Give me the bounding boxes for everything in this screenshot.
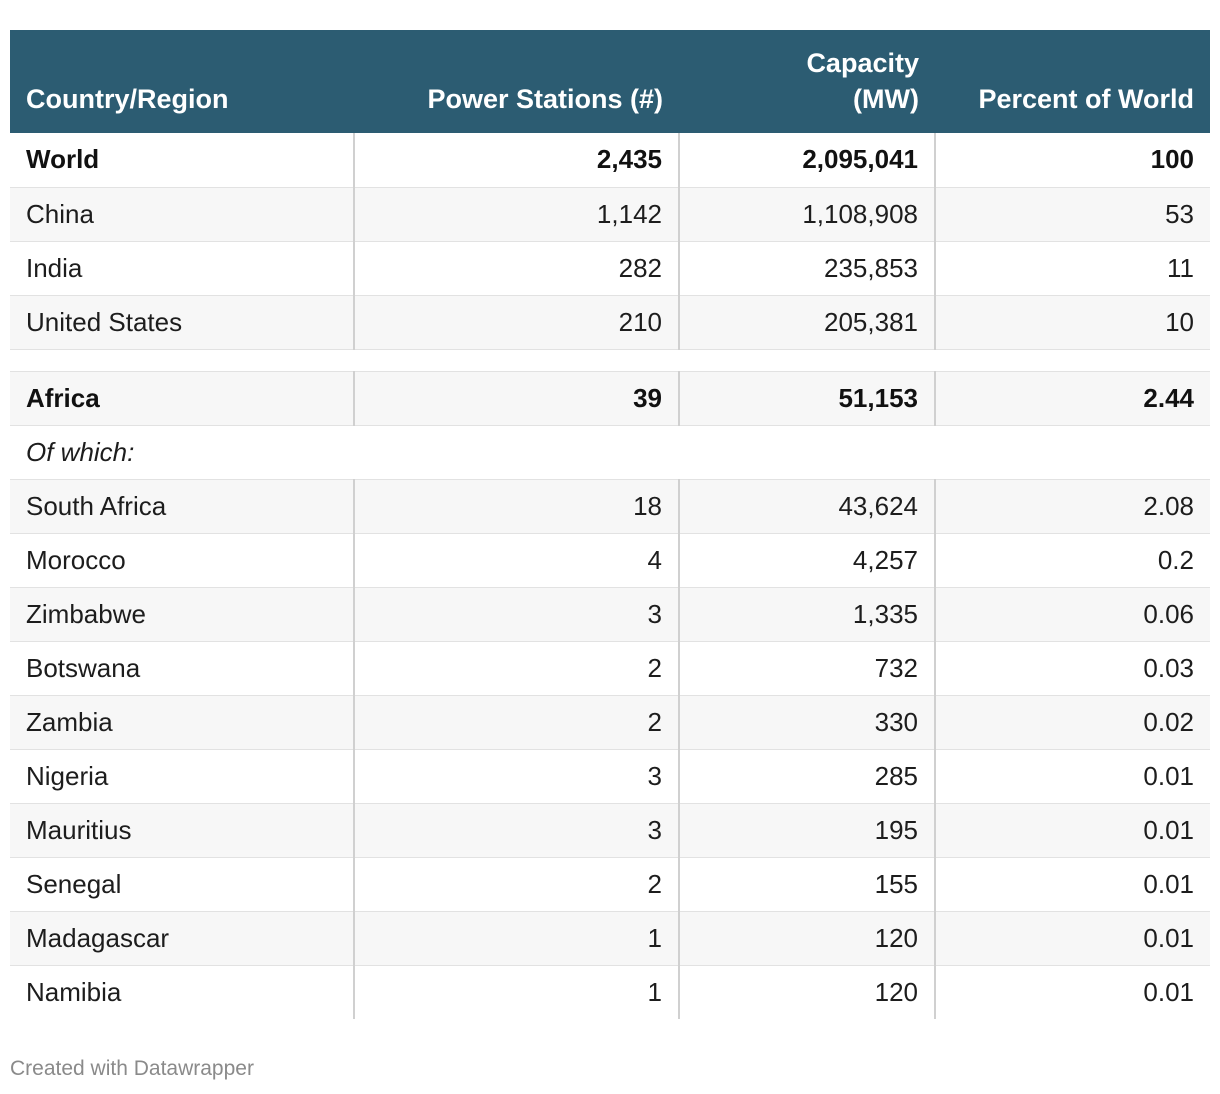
cell-subheading: Of which: (10, 425, 1210, 480)
cell-percent: 2.44 (935, 371, 1210, 426)
table-row-namibia: Namibia 1 120 0.01 (10, 965, 1210, 1019)
cell-stations: 2 (354, 857, 680, 912)
cell-stations: 2 (354, 641, 680, 696)
cell-country: China (10, 187, 355, 242)
table-row-madagascar: Madagascar 1 120 0.01 (10, 911, 1210, 966)
cell-country: South Africa (10, 479, 355, 534)
cell-country: Africa (10, 371, 355, 426)
table-row-morocco: Morocco 4 4,257 0.2 (10, 533, 1210, 588)
cell-capacity: 330 (679, 695, 936, 750)
cell-country: Nigeria (10, 749, 355, 804)
cell-capacity: 4,257 (679, 533, 936, 588)
cell-country: India (10, 241, 355, 296)
cell-stations: 1 (354, 965, 680, 1019)
cell-country: Senegal (10, 857, 355, 912)
table-row-world: World 2,435 2,095,041 100 (10, 133, 1210, 188)
cell-percent: 53 (935, 187, 1210, 242)
table-row-africa: Africa 39 51,153 2.44 (10, 371, 1210, 426)
cell-percent: 0.2 (935, 533, 1210, 588)
cell-stations: 282 (354, 241, 680, 296)
cell-country: Morocco (10, 533, 355, 588)
table-row-zambia: Zambia 2 330 0.02 (10, 695, 1210, 750)
cell-percent: 0.06 (935, 587, 1210, 642)
column-header-country[interactable]: Country/Region (10, 30, 354, 133)
table-row-united-states: United States 210 205,381 10 (10, 295, 1210, 350)
cell-country: Botswana (10, 641, 355, 696)
cell-country: Zambia (10, 695, 355, 750)
cell-percent: 0.01 (935, 857, 1210, 912)
table-row-china: China 1,142 1,108,908 53 (10, 187, 1210, 242)
cell-capacity: 2,095,041 (679, 133, 936, 188)
cell-percent: 0.01 (935, 911, 1210, 966)
table-row-senegal: Senegal 2 155 0.01 (10, 857, 1210, 912)
cell-country: Mauritius (10, 803, 355, 858)
cell-stations: 2 (354, 695, 680, 750)
cell-stations: 3 (354, 587, 680, 642)
header-row: Country/Region Power Stations (#) Capaci… (10, 30, 1210, 133)
data-table-container: Country/Region Power Stations (#) Capaci… (10, 30, 1210, 1019)
column-header-stations[interactable]: Power Stations (#) (354, 30, 679, 133)
cell-stations: 4 (354, 533, 680, 588)
cell-country: Madagascar (10, 911, 355, 966)
cell-percent: 0.01 (1143, 976, 1194, 1007)
cell-stations: 210 (354, 295, 680, 350)
cell-percent: 0.03 (935, 641, 1210, 696)
cell-stations: 3 (354, 749, 680, 804)
cell-stations: 3 (354, 803, 680, 858)
cell-percent: 11 (935, 241, 1210, 296)
table-row-nigeria: Nigeria 3 285 0.01 (10, 749, 1210, 804)
cell-capacity: 732 (679, 641, 936, 696)
table-row-india: India 282 235,853 11 (10, 241, 1210, 296)
table-row-botswana: Botswana 2 732 0.03 (10, 641, 1210, 696)
cell-capacity: 1,108,908 (679, 187, 936, 242)
cell-stations: 2,435 (354, 133, 680, 188)
table-header: Country/Region Power Stations (#) Capaci… (10, 30, 1210, 133)
column-header-capacity[interactable]: Capacity (MW) (679, 30, 935, 133)
cell-percent: 10 (935, 295, 1210, 350)
cell-capacity: 205,381 (679, 295, 936, 350)
cell-percent: 0.02 (935, 695, 1210, 750)
table-row-of-which: Of which: (10, 425, 1210, 480)
cell-capacity: 120 (679, 965, 936, 1019)
cell-country: Zimbabwe (10, 587, 355, 642)
cell-capacity: 235,853 (679, 241, 936, 296)
cell-country: Namibia (10, 965, 355, 1019)
cell-capacity: 120 (679, 911, 936, 966)
table-row-spacer (10, 349, 1210, 372)
cell-country: United States (10, 295, 355, 350)
cell-capacity: 155 (679, 857, 936, 912)
cell-capacity: 51,153 (679, 371, 936, 426)
cell-percent: 0.01 (935, 803, 1210, 858)
coal-power-table: Country/Region Power Stations (#) Capaci… (10, 30, 1210, 1019)
column-header-percent[interactable]: Percent of World (935, 30, 1210, 133)
datawrapper-credit-link[interactable]: Created with Datawrapper (10, 1057, 254, 1081)
table-body: World 2,435 2,095,041 100 China 1,142 1,… (10, 133, 1210, 1019)
cell-capacity: 195 (679, 803, 936, 858)
cell-stations: 1 (354, 911, 680, 966)
cell-percent: 0.01 (935, 749, 1210, 804)
cell-capacity: 43,624 (679, 479, 936, 534)
cell-capacity: 285 (679, 749, 936, 804)
table-row-mauritius: Mauritius 3 195 0.01 (10, 803, 1210, 858)
cell-percent: 100 (935, 133, 1210, 188)
table-row-south-africa: South Africa 18 43,624 2.08 (10, 479, 1210, 534)
cell-stations: 18 (354, 479, 680, 534)
table-row-zimbabwe: Zimbabwe 3 1,335 0.06 (10, 587, 1210, 642)
spacer-cell (10, 349, 1210, 372)
cell-percent: 2.08 (935, 479, 1210, 534)
cell-stations: 39 (354, 371, 680, 426)
cell-stations: 1,142 (354, 187, 680, 242)
cell-country: World (10, 133, 355, 188)
cell-capacity: 1,335 (679, 587, 936, 642)
